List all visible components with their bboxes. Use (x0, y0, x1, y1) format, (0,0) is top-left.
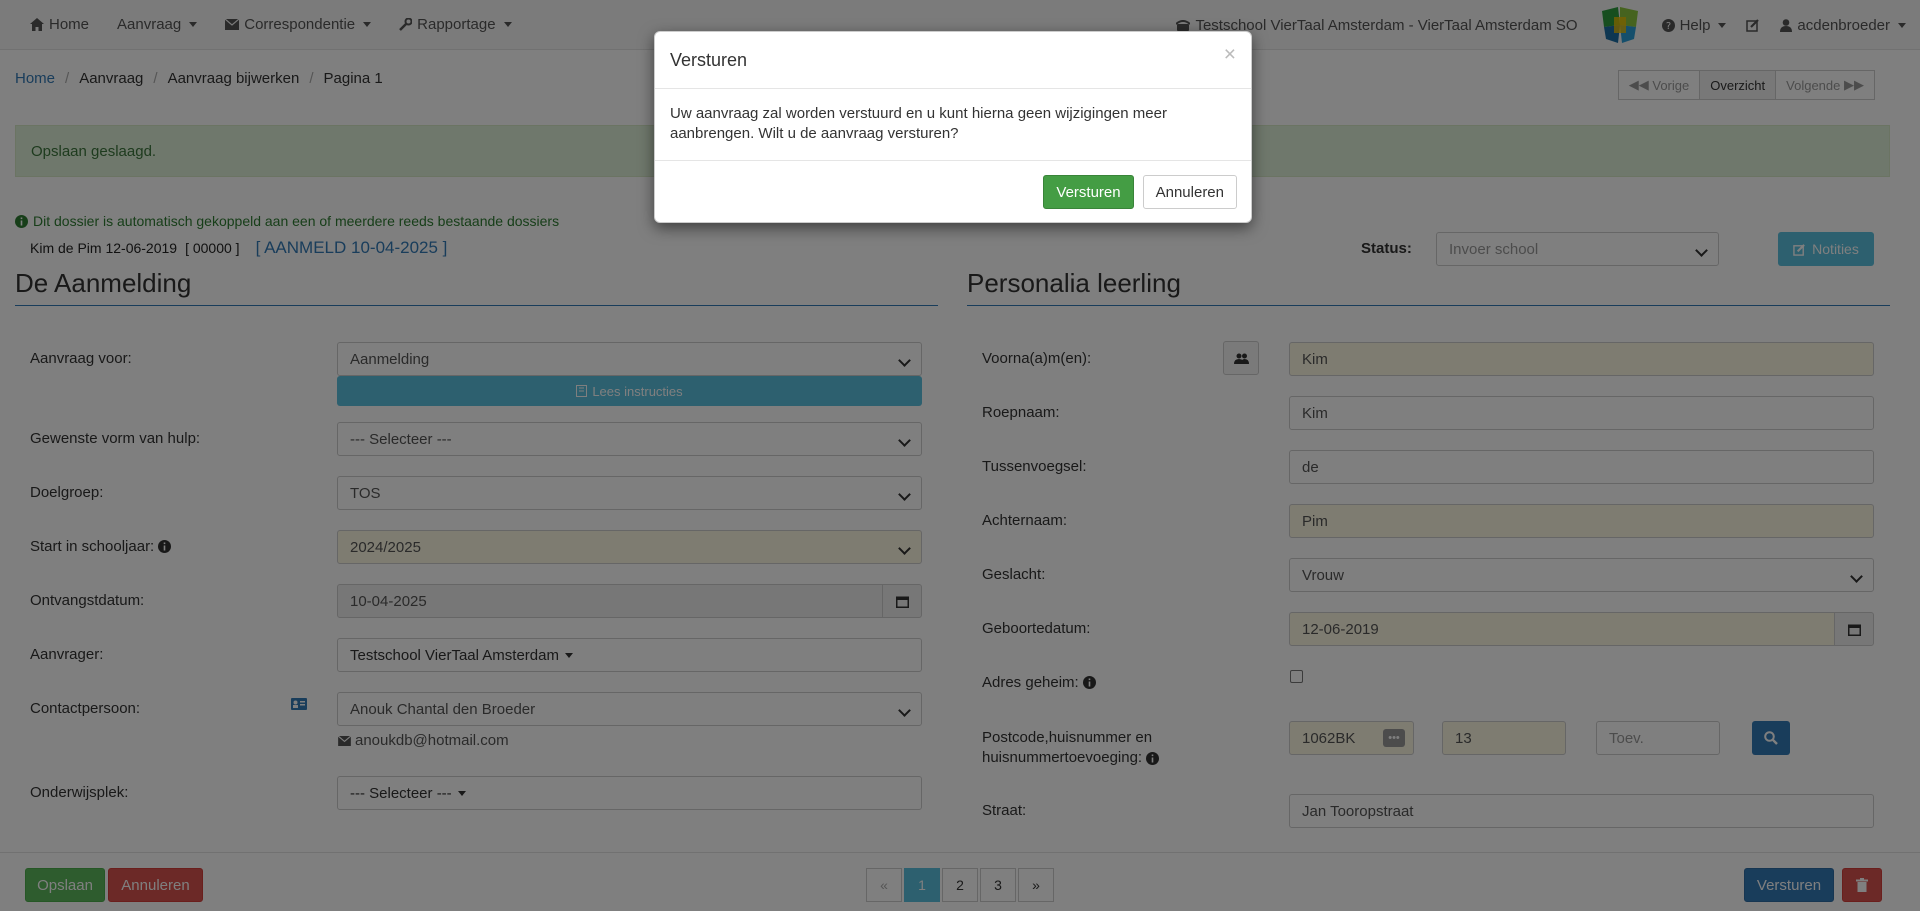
versturen-modal: Versturen × Uw aanvraag zal worden verst… (654, 31, 1252, 223)
modal-body: Uw aanvraag zal worden verstuurd en u ku… (655, 89, 1251, 161)
modal-footer: Versturen Annuleren (655, 161, 1251, 223)
modal-annuleren-label: Annuleren (1155, 183, 1224, 201)
modal-versturen-label: Versturen (1056, 183, 1121, 201)
modal-versturen-button[interactable]: Versturen (1043, 175, 1134, 209)
modal-annuleren-button[interactable]: Annuleren (1142, 175, 1237, 209)
modal-header: Versturen × (655, 32, 1251, 89)
close-icon[interactable]: × (1224, 43, 1236, 67)
modal-title: Versturen (670, 49, 748, 70)
modal-body-text: Uw aanvraag zal worden verstuurd en u ku… (670, 105, 1167, 142)
